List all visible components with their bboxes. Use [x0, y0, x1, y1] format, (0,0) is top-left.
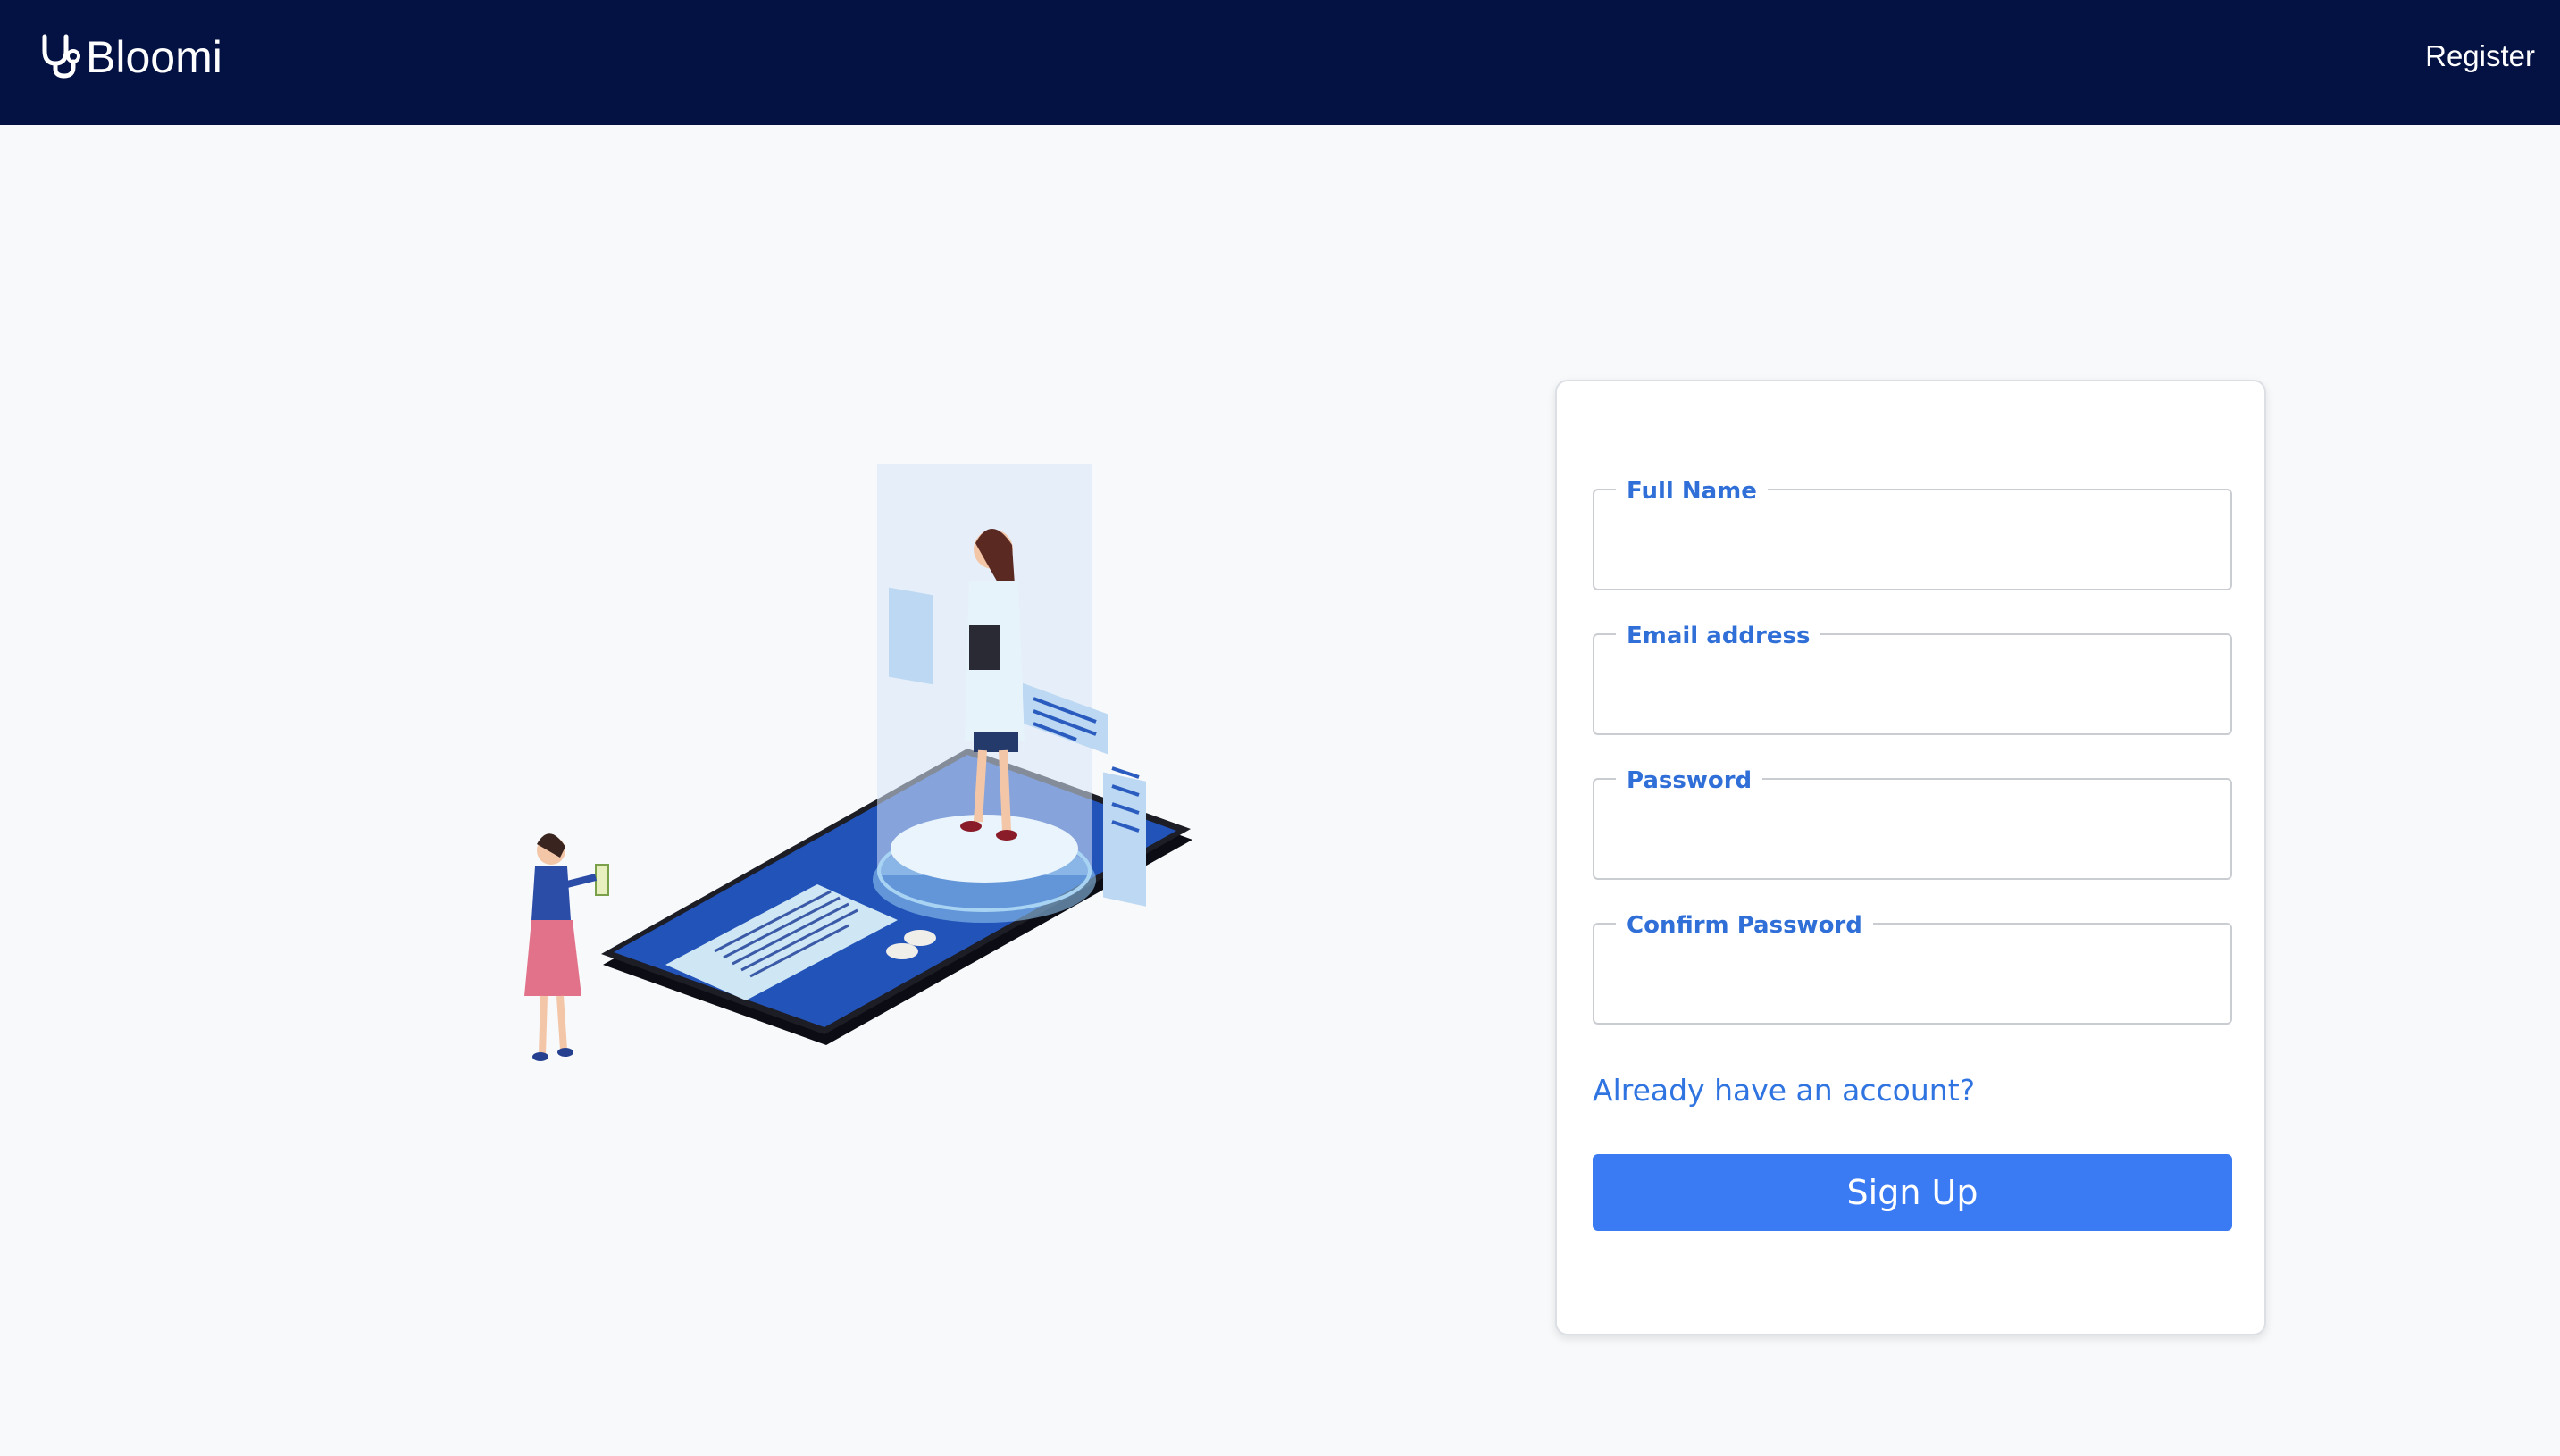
full-name-label: Full Name — [1616, 478, 1768, 505]
full-name-input[interactable] — [1621, 523, 2213, 574]
telemedicine-phone-illustration — [496, 464, 1210, 1143]
password-field[interactable]: Password — [1593, 767, 2232, 880]
email-input[interactable] — [1621, 667, 2213, 719]
email-label: Email address — [1616, 623, 1821, 649]
stethoscope-icon — [36, 31, 86, 84]
top-navbar: Bloomi Register — [0, 0, 2560, 125]
brand-name: Bloomi — [86, 32, 222, 82]
register-nav-link[interactable]: Register — [2425, 36, 2535, 77]
signup-card: Full Name Email address Password Confirm… — [1555, 380, 2266, 1335]
password-label: Password — [1616, 767, 1763, 794]
confirm-password-label: Confirm Password — [1616, 912, 1873, 939]
brand-logo-link[interactable]: Bloomi — [36, 30, 222, 84]
password-input[interactable] — [1621, 812, 2213, 864]
email-field[interactable]: Email address — [1593, 623, 2232, 735]
confirm-password-input[interactable] — [1621, 957, 2213, 1008]
confirm-password-field[interactable]: Confirm Password — [1593, 912, 2232, 1025]
full-name-field[interactable]: Full Name — [1593, 478, 2232, 590]
login-link[interactable]: Already have an account? — [1593, 1071, 1975, 1110]
sign-up-button[interactable]: Sign Up — [1593, 1154, 2232, 1231]
